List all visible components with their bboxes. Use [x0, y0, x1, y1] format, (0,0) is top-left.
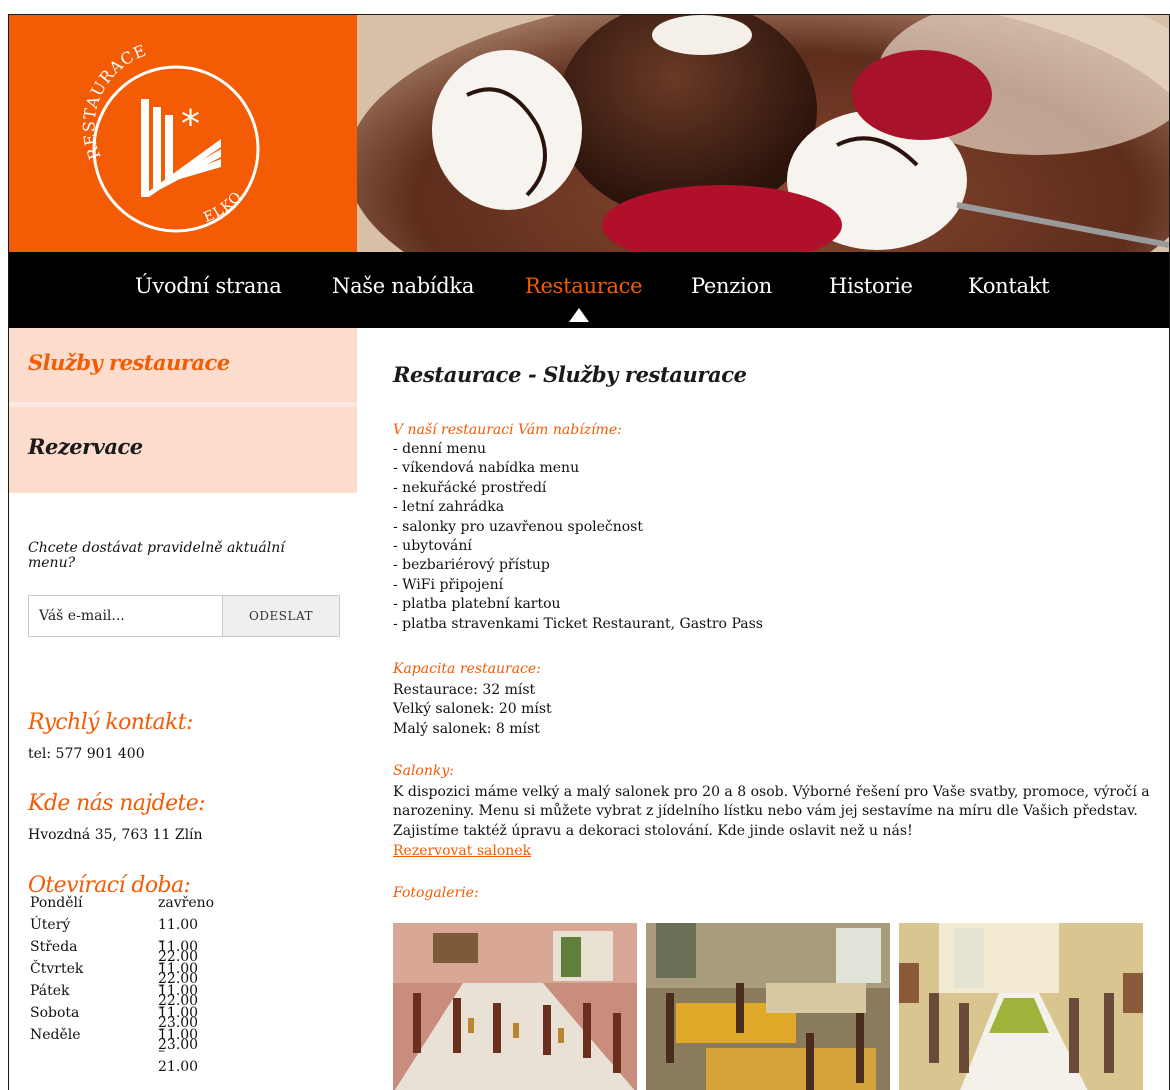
hours-time: 11.00 – 21.00	[158, 1027, 199, 1075]
logo[interactable]: RESTAURACE ELKO *	[9, 15, 357, 252]
main-content: Restaurace - Služby restaurace V naší re…	[357, 328, 1169, 1090]
list-item: - ubytování	[393, 538, 472, 555]
hero-dessert-image	[357, 15, 1169, 252]
hours-day: Čtvrtek	[30, 961, 84, 977]
sidebar-item-services[interactable]: Služby restaurace	[9, 328, 357, 402]
capacity-heading: Kapacita restaurace:	[393, 661, 541, 677]
sidebar-item-label: Služby restaurace	[28, 350, 230, 375]
location-heading: Kde nás najdete:	[28, 791, 206, 816]
header: RESTAURACE ELKO *	[9, 15, 1169, 252]
logo-bottom-text: ELKO	[201, 188, 244, 225]
main-nav: Úvodní strana Naše nabídka Restaurace Pe…	[9, 252, 1169, 328]
list-item: Malý salonek: 8 míst	[393, 720, 540, 737]
hours-day: Pátek	[30, 983, 70, 999]
phone-number: tel: 577 901 400	[28, 746, 145, 762]
photo-gallery	[393, 923, 1153, 1090]
restaurant-logo-icon: RESTAURACE ELKO *	[80, 41, 260, 233]
nav-item-restaurant[interactable]: Restaurace	[525, 274, 643, 298]
list-item: Restaurace: 32 míst	[393, 682, 536, 698]
gallery-photo-3[interactable]	[899, 923, 1143, 1090]
active-indicator-arrow-icon	[569, 308, 589, 322]
hours-time: zavřeno	[158, 895, 215, 911]
sidebar-item-reservation[interactable]: Rezervace	[9, 407, 357, 493]
logo-top-text: RESTAURACE	[80, 41, 149, 162]
list-item: - platba stravenkami Ticket Restaurant, …	[393, 615, 763, 632]
salonky-description: K dispozici máme velký a malý salonek pr…	[393, 784, 1150, 839]
hours-day: Pondělí	[30, 895, 83, 911]
hours-day: Středa	[30, 939, 78, 955]
address: Hvozdná 35, 763 11 Zlín	[28, 827, 203, 843]
list-item: - bezbariérový přístup	[393, 557, 550, 574]
send-button[interactable]: ODESLAT	[222, 596, 339, 636]
capacity-list: Restaurace: 32 míst Velký salonek: 20 mí…	[393, 681, 552, 739]
svg-text:ELKO: ELKO	[201, 188, 245, 225]
email-field[interactable]	[29, 596, 222, 636]
nav-item-guesthouse[interactable]: Penzion	[691, 274, 772, 298]
svg-text:*: *	[181, 102, 200, 146]
list-item: - salonky pro uzavřenou společnost	[393, 518, 643, 535]
list-item: - víkendová nabídka menu	[393, 460, 580, 477]
gallery-heading: Fotogalerie:	[393, 885, 479, 901]
nav-item-history[interactable]: Historie	[829, 274, 913, 298]
quick-contact-heading: Rychlý kontakt:	[28, 710, 193, 735]
sidebar-item-label: Rezervace	[28, 434, 143, 459]
gallery-photo-1[interactable]	[393, 923, 637, 1090]
list-item: - denní menu	[393, 441, 486, 457]
list-item: - WiFi připojení	[393, 576, 504, 593]
list-item: - letní zahrádka	[393, 499, 505, 516]
offer-list: - denní menu - víkendová nabídka menu - …	[393, 440, 763, 634]
page-title: Restaurace - Služby restaurace	[393, 362, 747, 387]
hours-day: Neděle	[30, 1027, 81, 1043]
newsletter-form: ODESLAT	[28, 595, 340, 637]
svg-text:RESTAURACE: RESTAURACE	[80, 41, 150, 162]
page-frame: RESTAURACE ELKO * Úvodní strana Naše nab…	[8, 14, 1170, 1090]
list-item: - platba platební kartou	[393, 596, 561, 613]
list-item: - nekuřácké prostředí	[393, 479, 547, 496]
list-item: Velký salonek: 20 míst	[393, 701, 552, 718]
newsletter-question: Chcete dostávat pravidelně aktuální menu…	[28, 540, 285, 571]
nav-item-contact[interactable]: Kontakt	[968, 274, 1050, 298]
gallery-photo-2[interactable]	[646, 923, 890, 1090]
offer-heading: V naší restauraci Vám nabízíme:	[393, 422, 622, 438]
hours-day: Sobota	[30, 1005, 80, 1021]
salonky-heading: Salonky:	[393, 763, 454, 779]
reserve-salon-link[interactable]: Rezervovat salonek	[393, 843, 531, 859]
nav-item-offer[interactable]: Naše nabídka	[332, 274, 474, 298]
hours-day: Úterý	[30, 917, 71, 933]
nav-item-home[interactable]: Úvodní strana	[135, 274, 282, 298]
